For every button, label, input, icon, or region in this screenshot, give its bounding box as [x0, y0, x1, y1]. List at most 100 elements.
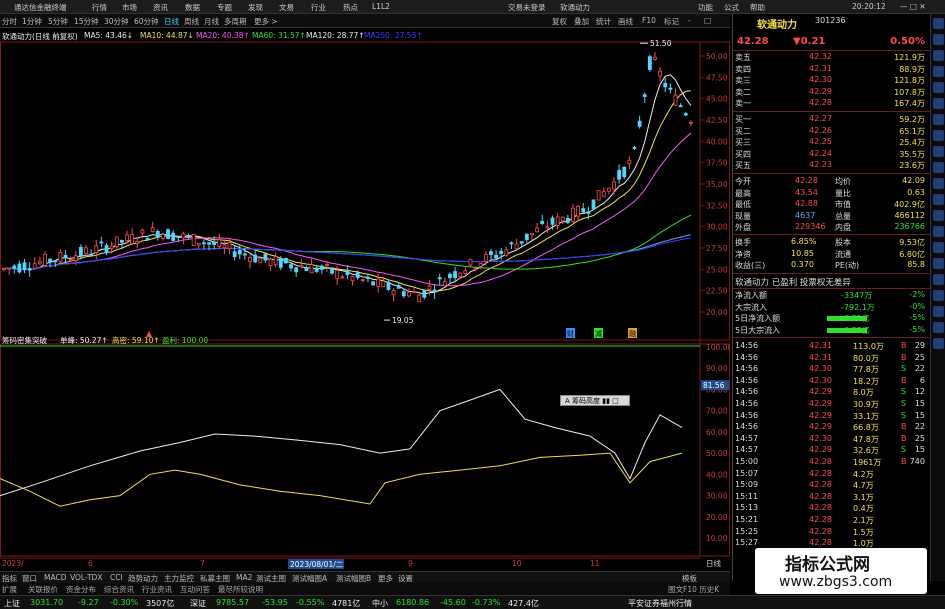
toolbar-button[interactable]: 统计	[596, 16, 611, 27]
stat-label: 总量	[835, 211, 851, 221]
period-tab[interactable]: 30分钟	[104, 16, 129, 27]
ext-tab[interactable]: 关联报价	[28, 584, 58, 595]
menu-item[interactable]: 热点	[343, 2, 358, 13]
menu-item[interactable]: 发现	[248, 2, 263, 13]
side-tool-icon[interactable]	[933, 162, 944, 173]
candle-body	[84, 247, 88, 254]
period-tab[interactable]: 月线	[204, 16, 219, 27]
side-tool-icon[interactable]	[933, 290, 944, 301]
stat-row: 现量 4637 总量 466112	[735, 211, 929, 222]
side-tool-icon[interactable]	[933, 82, 944, 93]
tick-volume: 2.1万	[853, 516, 874, 525]
kline-chart[interactable]: 50.00 47.50 45.00 42.50 40.00 37.50 35.00 32.50…	[0, 28, 730, 572]
menu-item[interactable]: 公式	[724, 2, 739, 13]
side-tool-icon[interactable]	[933, 178, 944, 189]
side-tool-icon[interactable]	[933, 210, 944, 221]
price-tick-label: 27.50	[706, 244, 728, 253]
side-tool-icon[interactable]	[933, 114, 944, 125]
clock: 20:20:12	[852, 2, 886, 11]
indicator-lines	[0, 388, 683, 507]
period-tab[interactable]: 多周期	[224, 16, 247, 27]
menu-item[interactable]: 资讯	[153, 2, 168, 13]
ext-tab[interactable]: 互动问答	[180, 584, 210, 595]
window-controls[interactable]: — □ ✕	[900, 2, 926, 11]
side-tool-icon[interactable]	[933, 258, 944, 269]
side-tool-icon[interactable]	[933, 66, 944, 77]
side-tool-icon[interactable]	[933, 146, 944, 157]
ext-tab[interactable]: 扩展	[2, 584, 17, 595]
menu-item[interactable]: 专题	[217, 2, 232, 13]
period-tab[interactable]: 60分钟	[134, 16, 159, 27]
menu-item[interactable]: 行情	[92, 2, 107, 13]
candle-body	[524, 233, 529, 240]
stat-label: 均价	[835, 177, 851, 186]
ext-tab[interactable]: 资金分布	[66, 584, 96, 595]
menu-item[interactable]: 文易	[279, 2, 294, 13]
menu-item[interactable]: L1L2	[372, 2, 390, 11]
side-tool-icon[interactable]	[933, 306, 944, 317]
price-tick-label: 32.50	[706, 201, 728, 210]
toolbar-button[interactable]: F10	[642, 16, 656, 25]
sz-index-name[interactable]: 深证	[190, 598, 206, 609]
menu-item[interactable]: 市场	[122, 2, 137, 13]
candle-body	[289, 264, 293, 269]
period-tab[interactable]: 更多 >	[254, 16, 278, 27]
side-tool-icon[interactable]	[933, 338, 944, 349]
period-tab[interactable]: 1分钟	[22, 16, 42, 27]
side-tool-icon[interactable]	[933, 98, 944, 109]
tab-item[interactable]: MACD	[44, 573, 66, 582]
candle-body	[299, 264, 304, 268]
tab-item[interactable]: MA2	[236, 573, 252, 582]
side-tool-icon[interactable]	[933, 322, 944, 333]
ma60-line	[3, 214, 692, 271]
tick-volume: 113.0万	[853, 342, 884, 351]
sh-index-name[interactable]: 上证	[4, 598, 20, 609]
side-tool-icon[interactable]	[933, 194, 944, 205]
toolbar-button[interactable]: 叠加	[574, 16, 589, 27]
tick-count: 740	[909, 457, 925, 466]
period-tab[interactable]: 5分钟	[48, 16, 68, 27]
period-tab[interactable]: 周线	[184, 16, 199, 27]
period-tab-selected[interactable]: 日线	[164, 16, 179, 27]
menu-item[interactable]: 数据	[185, 2, 200, 13]
side-tool-icon[interactable]	[933, 34, 944, 45]
period-tab[interactable]: 分时	[2, 16, 17, 27]
ext-tab[interactable]: 行业资讯	[142, 584, 172, 595]
ext-tab[interactable]: 综合资讯	[104, 584, 134, 595]
zx-index-amount: 427.4亿	[508, 599, 539, 608]
zx-index-name[interactable]: 中小	[372, 598, 388, 609]
candle-body	[386, 281, 391, 290]
side-tool-icon[interactable]	[933, 50, 944, 61]
tick-time: 14:56	[735, 387, 759, 397]
stock-title-link[interactable]: 软通动力	[560, 2, 590, 13]
toolbar-button[interactable]: □	[704, 16, 711, 25]
tick-price: 42.28	[809, 457, 832, 466]
toolbar-button[interactable]: 复权	[552, 16, 567, 27]
candle-body	[73, 255, 78, 262]
ask-volume: 167.4万	[894, 99, 925, 109]
side-tool-icon[interactable]	[933, 130, 944, 141]
side-tool-icon[interactable]	[933, 226, 944, 237]
candle-body	[68, 259, 73, 262]
floating-tooltip[interactable]: A 筹码高度 ▮▮ □	[560, 395, 630, 406]
tab-item[interactable]: VOL-TDX	[70, 573, 102, 582]
toolbar-button[interactable]: 标记	[664, 16, 679, 27]
menu-item[interactable]: 行业	[311, 2, 326, 13]
tick-count: 15	[914, 445, 925, 455]
period-tab[interactable]: 15分钟	[74, 16, 99, 27]
ma250-label: MA250: 27.53↑	[364, 31, 423, 40]
trade-login-link[interactable]: 交易未登录	[508, 2, 546, 13]
toolbar-button[interactable]: 画线	[618, 16, 633, 27]
tick-price: 42.31	[809, 341, 832, 350]
menu-item[interactable]: 帮助	[750, 2, 765, 13]
side-tool-icon[interactable]	[933, 274, 944, 285]
tab-item[interactable]: CCI	[110, 573, 123, 582]
candle-body	[48, 258, 53, 263]
ext-tab[interactable]: 最尽所较说明	[218, 584, 263, 595]
side-tool-icon[interactable]	[933, 18, 944, 29]
menu-item[interactable]: 功能	[698, 2, 713, 13]
toolbar-button[interactable]: -	[688, 16, 691, 25]
side-tool-icon[interactable]	[933, 242, 944, 253]
indicator-name[interactable]: 筹码密集突破	[2, 335, 47, 346]
f10-link[interactable]: 图文F10 历史K	[668, 584, 719, 595]
